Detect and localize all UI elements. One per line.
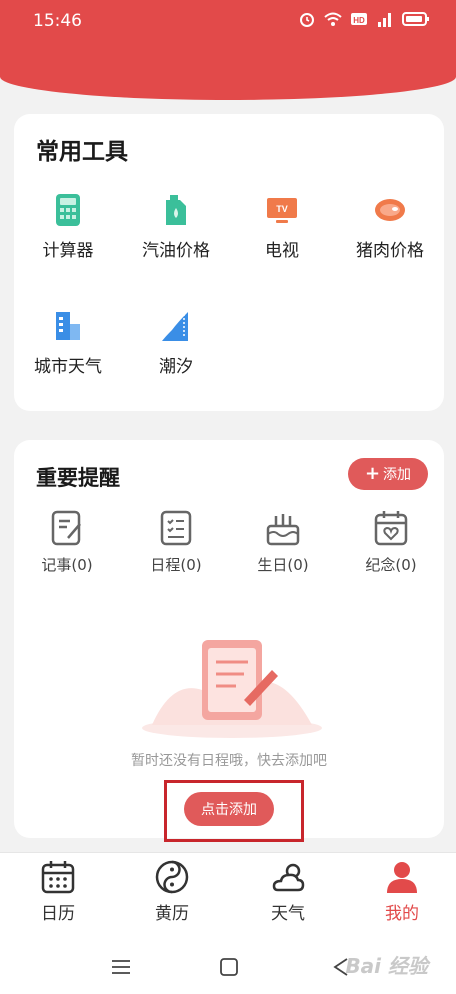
add-reminder-label: 添加 — [383, 467, 412, 483]
note-icon — [51, 510, 81, 546]
reminder-label: 生日(0) — [257, 556, 309, 574]
anniversary-icon — [374, 511, 408, 546]
tool-tide[interactable]: 潮汐 — [126, 308, 226, 377]
reminder-schedule[interactable]: 日程(0) — [131, 508, 221, 575]
empty-state-text: 暂时还没有日程哦，快去添加吧 — [131, 753, 327, 769]
watermark: Bai 经验 — [345, 954, 428, 978]
tool-label: 计算器 — [42, 241, 94, 261]
hd-icon: HD — [351, 13, 367, 25]
menu-icon[interactable] — [110, 956, 132, 978]
tab-label: 我的 — [385, 904, 419, 924]
reminder-label: 日程(0) — [150, 556, 202, 574]
signal-4g-icon — [378, 13, 391, 27]
tv-icon: TV — [267, 198, 297, 223]
reminder-label: 纪念(0) — [365, 556, 417, 574]
svg-text:TV: TV — [276, 204, 288, 214]
wifi-icon — [324, 12, 342, 26]
status-icons: HD — [298, 10, 430, 28]
tools-card-title: 常用工具 — [36, 139, 128, 165]
tool-city-weather[interactable]: 城市天气 — [18, 308, 118, 377]
empty-schedule-illustration — [142, 640, 322, 738]
tool-pork-price[interactable]: 猪肉价格 — [340, 192, 440, 261]
tool-label: 潮汐 — [159, 357, 193, 377]
status-bar: 15:46 HD — [0, 0, 456, 44]
tab-almanac[interactable]: 黄历 — [132, 859, 212, 924]
tab-calendar[interactable]: 日历 — [18, 859, 98, 924]
tool-label: 汽油价格 — [142, 241, 210, 261]
highlight-annotation — [164, 780, 304, 842]
reminder-card: 重要提醒 + 添加 记事(0) 日程(0) 生日(0) 纪念(0) 暂时还没有日… — [14, 440, 444, 838]
yin-yang-icon — [155, 860, 189, 894]
tool-fuel-price[interactable]: 汽油价格 — [126, 192, 226, 261]
tool-label: 城市天气 — [34, 357, 102, 377]
reminder-birthday[interactable]: 生日(0) — [238, 508, 328, 575]
bottom-tab-bar: 日历 黄历 天气 我的 — [0, 852, 456, 938]
tab-profile[interactable]: 我的 — [362, 859, 442, 924]
plus-icon: + — [364, 463, 381, 484]
city-weather-icon — [56, 312, 80, 340]
profile-icon — [387, 862, 417, 893]
tab-label: 日历 — [41, 904, 75, 924]
tool-label: 电视 — [265, 241, 299, 261]
tool-calculator[interactable]: 计算器 — [18, 192, 118, 261]
tide-icon — [162, 312, 188, 341]
alarm-icon — [300, 13, 314, 27]
home-icon[interactable] — [218, 956, 240, 978]
calculator-icon — [56, 194, 80, 226]
battery-icon — [402, 12, 429, 26]
tab-weather[interactable]: 天气 — [248, 859, 328, 924]
schedule-icon — [160, 510, 192, 546]
tool-label: 猪肉价格 — [356, 241, 424, 261]
add-reminder-button[interactable]: + 添加 — [348, 458, 428, 490]
reminder-anniversary[interactable]: 纪念(0) — [346, 508, 436, 575]
meat-icon — [375, 199, 405, 221]
svg-text:HD: HD — [353, 16, 365, 25]
calendar-icon — [41, 861, 75, 894]
reminder-card-title: 重要提醒 — [36, 466, 120, 490]
birthday-cake-icon — [266, 514, 300, 546]
reminder-label: 记事(0) — [41, 556, 93, 574]
tab-label: 黄历 — [155, 904, 189, 924]
tool-tv[interactable]: TV 电视 — [232, 192, 332, 261]
weather-icon — [272, 863, 305, 892]
tab-label: 天气 — [271, 904, 305, 924]
reminder-notes[interactable]: 记事(0) — [22, 508, 112, 575]
status-time: 15:46 — [33, 11, 82, 31]
fuel-can-icon — [166, 195, 186, 225]
tools-card: 常用工具 计算器 汽油价格 TV 电视 猪肉价格 城市天气 潮汐 — [14, 114, 444, 411]
